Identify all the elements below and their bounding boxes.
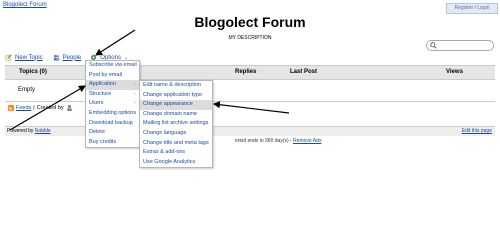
search-icon [430,42,437,49]
application-menu-item[interactable]: Change language [140,129,212,139]
rss-icon [8,104,14,111]
header-replies[interactable]: Replies [235,69,256,75]
forum-title: Blogolect Forum [194,14,306,30]
new-topic-link[interactable]: New Topic [15,55,43,61]
powered-by: Powered by Nabble [7,128,51,134]
options-menu: Subscribe via email Post by email Applicat… [85,60,140,149]
notice-text: eriod ends in 360 day(s) - [235,138,292,144]
chevron-right-icon: › [134,90,136,97]
table-header: Topics (0) Replies Last Post Views [5,65,495,80]
application-menu-item[interactable]: Extras & add-ons [140,148,212,158]
arrow-to-change-appearance [212,101,290,114]
application-menu-item[interactable]: Mailing list archive settings [140,119,212,129]
header-views[interactable]: Views [446,69,463,75]
trial-notice: eriod ends in 360 day(s) - Remove Ads [235,138,321,144]
header-last-post[interactable]: Last Post [290,69,317,75]
powered-by-label: Powered by [7,128,34,134]
table-row: Empty [5,79,495,102]
menu-item-label: Buy credits [89,138,117,145]
menu-item-label: Subscribe via email [89,62,137,68]
people-icon [53,54,60,61]
options-menu-item[interactable]: Delete [86,128,139,138]
options-menu-item[interactable]: Application › [86,80,139,90]
application-menu-item[interactable]: Change domain name [140,110,212,120]
menu-item-label: Post by email [89,71,123,78]
options-menu-item[interactable]: Post by email [86,71,139,81]
application-submenu: Edit name & description Change applicatio… [139,80,213,169]
menu-item-label: Download backup [89,119,133,126]
options-menu-item[interactable]: Embedding options [86,109,139,119]
options-menu-item[interactable]: Download backup [86,119,139,129]
site-link[interactable]: Blogolect Forum [3,2,47,8]
forum-description: MY DESCRIPTION [228,35,272,41]
options-menu-item[interactable]: Subscribe via email [86,61,139,71]
header-topics[interactable]: Topics (0) [19,69,47,75]
empty-text: Empty [18,87,36,93]
new-topic-icon [5,54,12,61]
menu-item-label: Structure [89,90,112,97]
arrow-to-options [94,29,136,56]
avatar[interactable] [66,104,73,111]
login-button[interactable]: Register / Login [446,3,498,14]
feeds-link[interactable]: Feeds [16,105,31,111]
chevron-right-icon: › [134,100,136,107]
application-menu-item[interactable]: Use Google Analytics [140,158,212,168]
feeds-bar: Feeds | Created by [8,104,73,111]
menu-item-label: Users [89,100,104,107]
separator: | [33,104,35,111]
application-menu-item[interactable]: Change title and meta tags [140,139,212,149]
application-menu-item[interactable]: Change application type [140,91,212,101]
remove-ads-link[interactable]: Remove Ads [293,138,321,144]
chevron-right-icon: › [134,81,136,88]
people-link[interactable]: People [63,55,82,61]
nabble-link[interactable]: Nabble [35,128,51,134]
menu-item-label: Application [89,81,116,88]
application-menu-item[interactable]: Change appearance [140,100,212,110]
menu-item-label: Delete [89,129,105,136]
options-menu-item[interactable]: Users › [86,99,139,109]
created-by-label: Created by [36,104,64,111]
application-menu-item[interactable]: Edit name & description [140,81,212,91]
edit-page-link[interactable]: Edit this page [462,128,492,134]
search-input[interactable] [426,40,494,51]
options-menu-item[interactable]: Buy credits [86,138,139,148]
options-menu-item[interactable]: Structure › [86,90,139,100]
footer-bar: Powered by Nabble Edit this page [5,126,495,136]
menu-item-label: Embedding options [89,109,137,116]
